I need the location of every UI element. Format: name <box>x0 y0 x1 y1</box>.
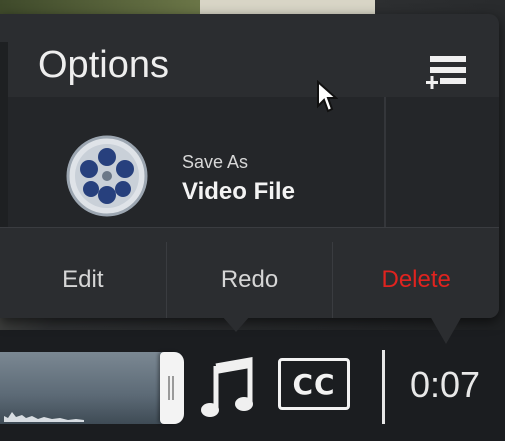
save-row-divider <box>384 97 386 227</box>
menu-add-icon[interactable] <box>424 50 472 94</box>
popup-pointer-left <box>222 316 250 332</box>
film-reel-icon <box>66 135 148 217</box>
save-as-value: Video File <box>182 178 295 205</box>
audio-waveform <box>4 412 84 422</box>
delete-button[interactable]: Delete <box>333 242 499 318</box>
edit-button[interactable]: Edit <box>0 242 167 318</box>
popup-pointer-right <box>430 316 462 344</box>
header-left-tab <box>0 42 8 98</box>
options-actions: Edit Redo Delete <box>0 242 499 318</box>
redo-button[interactable]: Redo <box>167 242 334 318</box>
timeline-trim-handle[interactable] <box>160 352 184 424</box>
save-row-left-edge <box>0 97 8 227</box>
toolbar-divider <box>382 350 385 424</box>
duration-readout: 0:07 <box>410 364 481 405</box>
closed-captions-button[interactable]: CC <box>278 358 350 410</box>
options-title: Options <box>38 44 169 86</box>
save-as-label: Save As <box>182 152 249 172</box>
video-preview-highlight <box>200 0 375 14</box>
music-note-icon[interactable] <box>200 356 260 420</box>
cc-label: CC <box>292 367 336 401</box>
mouse-cursor-icon <box>317 80 338 113</box>
